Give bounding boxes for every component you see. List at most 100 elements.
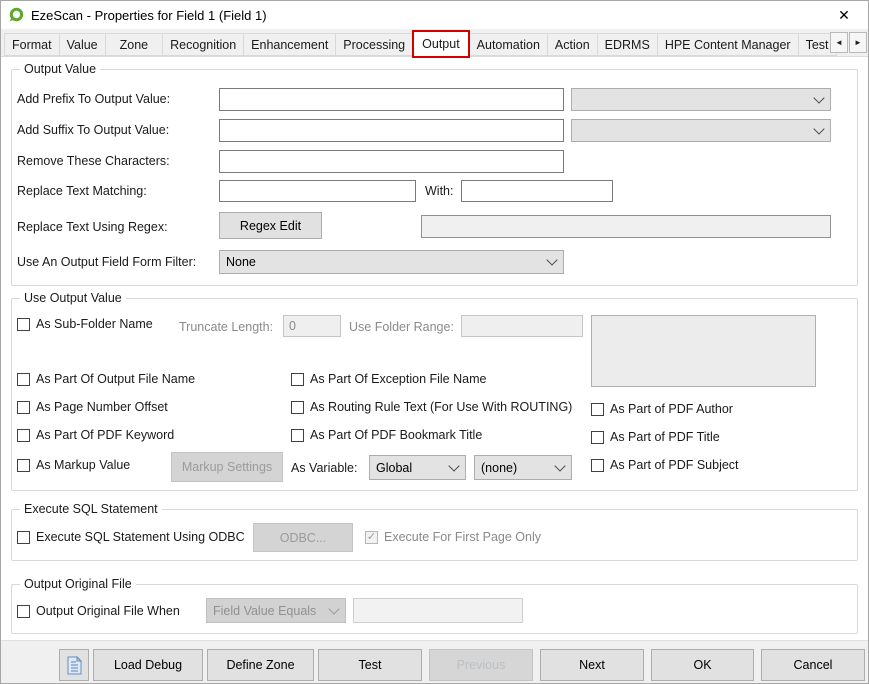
folder-range-label: Use Folder Range:	[349, 320, 454, 334]
replace-matching-label: Replace Text Matching:	[17, 184, 147, 198]
truncate-length-label: Truncate Length:	[179, 320, 273, 334]
checkbox-as-part-of-exception-file-name[interactable]: As Part Of Exception File Name	[291, 372, 486, 386]
checkbox-as-part-of-pdf-subject[interactable]: As Part of PDF Subject	[591, 458, 739, 472]
original-file-value-input	[353, 598, 523, 623]
tab-page-output: Output Value Add Prefix To Output Value:…	[1, 56, 868, 642]
folder-range-listbox	[591, 315, 816, 387]
truncate-length-input	[283, 315, 341, 337]
previous-button: Previous	[429, 649, 533, 681]
checkbox-as-part-of-pdf-keyword[interactable]: As Part Of PDF Keyword	[17, 428, 174, 442]
tab-scroll-left-icon[interactable]: ◄	[830, 32, 848, 53]
tab-bar: Format Value Zone Recognition Enhancemen…	[1, 29, 868, 56]
chevron-down-icon	[330, 605, 338, 613]
debug-report-button[interactable]	[59, 649, 89, 681]
tab-enhancement[interactable]: Enhancement	[243, 33, 336, 56]
checkbox-as-part-of-pdf-author[interactable]: As Part of PDF Author	[591, 402, 733, 416]
suffix-label: Add Suffix To Output Value:	[17, 123, 169, 137]
replace-with-input[interactable]	[461, 180, 613, 202]
checkbox-as-part-of-pdf-bookmark-title[interactable]: As Part Of PDF Bookmark Title	[291, 428, 482, 442]
checkbox-execute-first-page-only: ✓ Execute For First Page Only	[365, 530, 541, 544]
checkbox-icon	[17, 605, 30, 618]
remove-chars-input[interactable]	[219, 150, 564, 173]
close-icon[interactable]: ✕	[828, 3, 860, 27]
checkbox-icon	[17, 318, 30, 331]
regex-edit-button[interactable]: Regex Edit	[219, 212, 322, 239]
checkbox-icon	[291, 373, 304, 386]
replace-matching-input[interactable]	[219, 180, 416, 202]
chevron-down-icon	[450, 462, 458, 470]
checkbox-output-original-file-when[interactable]: Output Original File When	[17, 604, 180, 618]
checkbox-as-part-of-pdf-title[interactable]: As Part of PDF Title	[591, 430, 720, 444]
dialog-window: EzeScan - Properties for Field 1 (Field …	[0, 0, 869, 684]
tab-automation[interactable]: Automation	[469, 33, 548, 56]
dropdown-value: Field Value Equals	[213, 604, 316, 618]
checkbox-execute-sql-odbc[interactable]: Execute SQL Statement Using ODBC	[17, 530, 245, 544]
ezescan-logo-icon	[8, 7, 24, 23]
markup-settings-button: Markup Settings	[171, 452, 283, 482]
checkbox-as-routing-rule-text[interactable]: As Routing Rule Text (For Use With ROUTI…	[291, 400, 572, 414]
dropdown-value: None	[226, 255, 256, 269]
odbc-button: ODBC...	[253, 523, 353, 552]
original-file-condition-dropdown: Field Value Equals	[206, 598, 346, 623]
load-debug-button[interactable]: Load Debug	[93, 649, 203, 681]
define-zone-button[interactable]: Define Zone	[207, 649, 314, 681]
prefix-label: Add Prefix To Output Value:	[17, 92, 170, 106]
chevron-down-icon	[548, 256, 556, 264]
checkbox-icon	[291, 401, 304, 414]
tab-hpe-content-manager[interactable]: HPE Content Manager	[657, 33, 799, 56]
cancel-button[interactable]: Cancel	[761, 649, 865, 681]
ok-button[interactable]: OK	[651, 649, 754, 681]
checkbox-as-part-of-output-file-name[interactable]: As Part Of Output File Name	[17, 372, 195, 386]
regex-expression-field	[421, 215, 831, 238]
checkbox-icon	[591, 403, 604, 416]
as-variable-label: As Variable:	[291, 461, 357, 475]
checkbox-icon	[17, 531, 30, 544]
tab-value[interactable]: Value	[59, 33, 106, 56]
group-title: Output Original File	[20, 577, 136, 591]
suffix-input[interactable]	[219, 119, 564, 142]
title-bar: EzeScan - Properties for Field 1 (Field …	[1, 1, 868, 29]
group-title: Execute SQL Statement	[20, 502, 162, 516]
prefix-input[interactable]	[219, 88, 564, 111]
suffix-type-dropdown[interactable]	[571, 119, 831, 142]
variable-scope-dropdown[interactable]: Global	[369, 455, 466, 480]
tab-output[interactable]: Output	[412, 30, 470, 58]
folder-range-input	[461, 315, 583, 337]
tab-scroll-right-icon[interactable]: ►	[849, 32, 867, 53]
checkbox-as-page-number-offset[interactable]: As Page Number Offset	[17, 400, 168, 414]
window-title: EzeScan - Properties for Field 1 (Field …	[31, 8, 267, 23]
dropdown-value: (none)	[481, 461, 517, 475]
tab-edrms[interactable]: EDRMS	[597, 33, 658, 56]
group-title: Output Value	[20, 62, 100, 76]
checkbox-checked-icon: ✓	[365, 531, 378, 544]
form-filter-dropdown[interactable]: None	[219, 250, 564, 274]
remove-chars-label: Remove These Characters:	[17, 154, 170, 168]
checkbox-icon	[591, 459, 604, 472]
checkbox-icon	[17, 401, 30, 414]
chevron-down-icon	[815, 125, 823, 133]
checkbox-icon	[17, 429, 30, 442]
tab-action[interactable]: Action	[547, 33, 598, 56]
dropdown-value: Global	[376, 461, 412, 475]
checkbox-icon	[591, 431, 604, 444]
checkbox-icon	[17, 459, 30, 472]
regex-label: Replace Text Using Regex:	[17, 220, 168, 234]
document-icon	[67, 656, 82, 675]
test-button[interactable]: Test	[318, 649, 422, 681]
chevron-down-icon	[815, 94, 823, 102]
checkbox-as-markup-value[interactable]: As Markup Value	[17, 458, 130, 472]
tab-zone[interactable]: Zone	[105, 33, 164, 56]
form-filter-label: Use An Output Field Form Filter:	[17, 255, 196, 269]
next-button[interactable]: Next	[540, 649, 644, 681]
with-label: With:	[425, 184, 453, 198]
group-title: Use Output Value	[20, 291, 126, 305]
prefix-type-dropdown[interactable]	[571, 88, 831, 111]
checkbox-as-subfolder-name[interactable]: As Sub-Folder Name	[17, 317, 153, 331]
tab-recognition[interactable]: Recognition	[162, 33, 244, 56]
chevron-down-icon	[556, 462, 564, 470]
checkbox-icon	[291, 429, 304, 442]
checkbox-icon	[17, 373, 30, 386]
tab-processing[interactable]: Processing	[335, 33, 413, 56]
variable-name-dropdown[interactable]: (none)	[474, 455, 572, 480]
tab-format[interactable]: Format	[4, 33, 60, 56]
